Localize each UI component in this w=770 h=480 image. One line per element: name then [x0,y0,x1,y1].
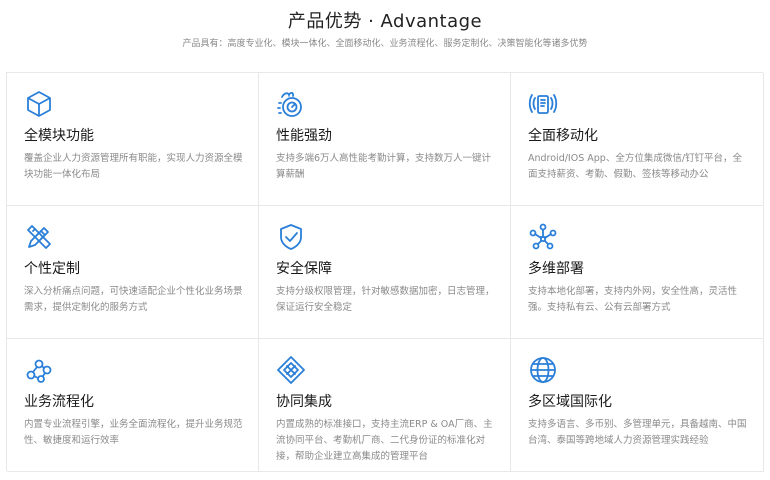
feature-description: 内置成熟的标准接口，支持主流ERP & OA厂商、主流协同平台、考勤机厂商、二代… [276,419,493,462]
feature-title: 全模块功能 [24,128,94,144]
feature-description: 支持多端6万人高性能考勤计算，支持数万人一键计算薪酬 [276,153,492,180]
feature-title: 全面移动化 [528,128,598,144]
network-nodes-icon [528,222,558,252]
feature-card-integration: 协同集成 内置成熟的标准接口，支持主流ERP & OA厂商、主流协同平台、考勤机… [259,339,511,472]
shield-check-icon [276,222,306,252]
feature-grid: 全模块功能 覆盖企业人力资源管理所有职能，实现人力资源全模块功能一体化布局 性能… [6,72,764,472]
feature-card-full-modules: 全模块功能 覆盖企业人力资源管理所有职能，实现人力资源全模块功能一体化布局 [7,73,259,206]
feature-title: 多维部署 [528,261,584,277]
feature-description: 深入分析痛点问题，可快速适配企业个性化业务场景需求，提供定制化的服务方式 [24,286,243,313]
collaboration-icon [276,355,306,385]
feature-description: 内置专业流程引擎，业务全面流程化，提升业务规范性、敏捷度和运行效率 [24,419,243,446]
feature-description: 支持多语言、多币别、多管理单元，具备越南、中国台湾、泰国等跨地域人力资源管理实践… [528,419,747,446]
feature-description: Android/IOS App、全方位集成微信/钉钉平台，全面支持薪资、考勤、假… [528,153,743,180]
feature-title: 安全保障 [276,261,332,277]
feature-title: 多区域国际化 [528,394,612,410]
feature-description: 支持分级权限管理，针对敏感数据加密，日志管理，保证运行安全稳定 [276,286,495,313]
feature-card-security: 安全保障 支持分级权限管理，针对敏感数据加密，日志管理，保证运行安全稳定 [259,206,511,339]
feature-title: 协同集成 [276,394,332,410]
cube-icon [24,89,54,119]
feature-description: 支持本地化部署，支持内外网，安全性高，灵活性强。支持私有云、公有云部署方式 [528,286,738,313]
feature-title: 性能强劲 [276,128,332,144]
feature-card-workflow: 业务流程化 内置专业流程引擎，业务全面流程化，提升业务规范性、敏捷度和运行效率 [7,339,259,472]
feature-description: 覆盖企业人力资源管理所有职能，实现人力资源全模块功能一体化布局 [24,153,243,180]
feature-card-international: 多区域国际化 支持多语言、多币别、多管理单元，具备越南、中国台湾、泰国等跨地域人… [511,339,764,472]
page-title: 产品优势 · Advantage [287,11,483,32]
section-header: 产品优势 · Advantage 产品具有：高度专业化、模块一体化、全面移动化、… [0,0,770,58]
workflow-nodes-icon [24,355,54,385]
feature-card-customization: 个性定制 深入分析痛点问题，可快速适配企业个性化业务场景需求，提供定制化的服务方… [7,206,259,339]
feature-title: 业务流程化 [24,394,94,410]
globe-icon [528,355,558,385]
design-tools-icon [24,222,54,252]
flame-gauge-icon [276,89,306,119]
feature-card-mobile: 全面移动化 Android/IOS App、全方位集成微信/钉钉平台，全面支持薪… [511,73,764,206]
mobile-signal-icon [528,89,558,119]
page-subtitle: 产品具有：高度专业化、模块一体化、全面移动化、业务流程化、服务定制化、决策智能化… [182,39,588,49]
feature-card-performance: 性能强劲 支持多端6万人高性能考勤计算，支持数万人一键计算薪酬 [259,73,511,206]
feature-title: 个性定制 [24,261,80,277]
feature-card-deployment: 多维部署 支持本地化部署，支持内外网，安全性高，灵活性强。支持私有云、公有云部署… [511,206,764,339]
